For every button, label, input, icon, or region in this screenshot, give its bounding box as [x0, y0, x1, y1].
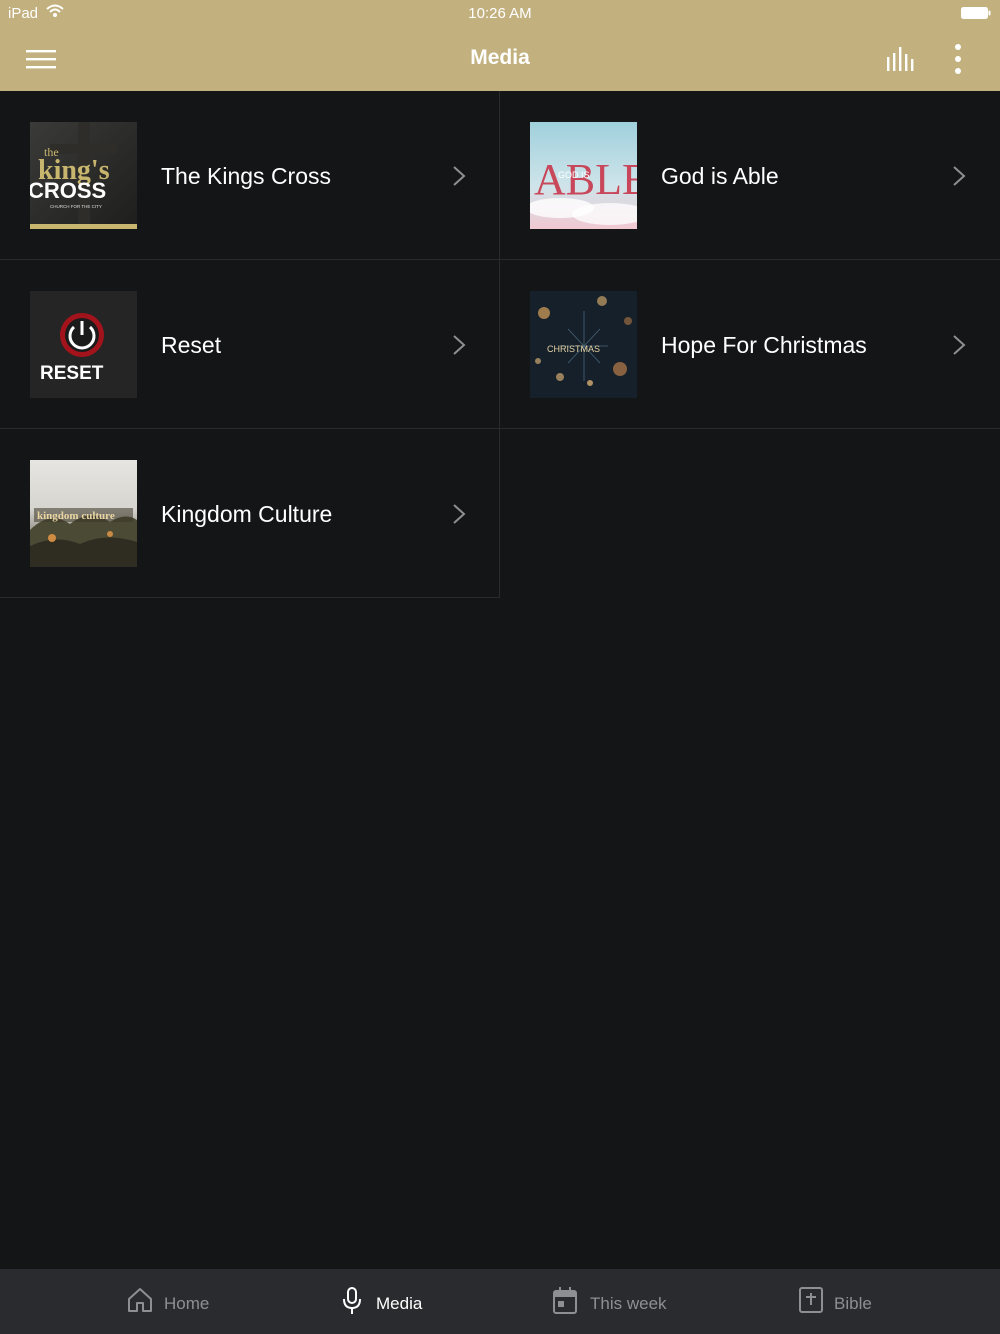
- tab-this-week[interactable]: This week: [552, 1269, 682, 1334]
- equalizer-icon[interactable]: [884, 45, 918, 73]
- bible-icon: [799, 1287, 823, 1313]
- media-series-item[interactable]: CHRISTMAS Hope For Christmas: [500, 260, 1000, 429]
- series-thumbnail: RESET: [30, 291, 137, 398]
- series-title: Reset: [161, 332, 222, 358]
- chevron-right-icon: [953, 166, 966, 186]
- series-title: The Kings Cross: [161, 163, 332, 189]
- media-series-item[interactable]: kingdom culture Kingdom Culture: [0, 429, 500, 598]
- tab-label: This week: [590, 1294, 667, 1313]
- series-thumbnail: the king's CROSS CHURCH FOR THE CITY: [30, 122, 137, 229]
- media-series-item[interactable]: the king's CROSS CHURCH FOR THE CITY The…: [0, 91, 500, 260]
- page-title: Media: [470, 46, 530, 69]
- svg-text:RESET: RESET: [40, 363, 104, 384]
- tab-media[interactable]: Media: [340, 1269, 450, 1334]
- svg-text:CHRISTMAS: CHRISTMAS: [547, 344, 600, 354]
- series-thumbnail: CHRISTMAS: [530, 291, 637, 398]
- status-time: 10:26 AM: [468, 5, 532, 22]
- chevron-right-icon: [453, 504, 466, 524]
- svg-text:CROSS: CROSS: [30, 178, 106, 203]
- series-title: Kingdom Culture: [161, 501, 333, 527]
- status-bar: iPad 10:26 AM: [0, 0, 1000, 28]
- tab-bar: Home Media This week Bible: [0, 1269, 1000, 1334]
- more-options-icon[interactable]: [948, 43, 968, 75]
- chevron-right-icon: [453, 166, 466, 186]
- media-series-item[interactable]: ABLE GOD IS God is Able: [500, 91, 1000, 260]
- svg-text:CHURCH FOR THE CITY: CHURCH FOR THE CITY: [50, 204, 102, 209]
- chevron-right-icon: [453, 335, 466, 355]
- tab-home[interactable]: Home: [126, 1269, 236, 1334]
- tab-label: Media: [376, 1294, 423, 1313]
- media-series-item[interactable]: RESET Reset: [0, 260, 500, 429]
- svg-text:GOD IS: GOD IS: [558, 170, 590, 180]
- battery-icon: [961, 7, 991, 19]
- tab-label: Home: [164, 1294, 210, 1313]
- series-title: God is Able: [661, 163, 779, 189]
- series-thumbnail: kingdom culture: [30, 460, 137, 567]
- home-icon: [128, 1288, 152, 1312]
- navigation-bar: Media: [0, 28, 1000, 91]
- series-thumbnail: ABLE GOD IS: [530, 122, 637, 229]
- svg-text:kingdom culture: kingdom culture: [37, 510, 115, 522]
- calendar-icon: [553, 1287, 577, 1314]
- tab-label: Bible: [834, 1294, 872, 1313]
- chevron-right-icon: [953, 335, 966, 355]
- tab-bible[interactable]: Bible: [798, 1269, 898, 1334]
- microphone-icon: [343, 1287, 361, 1314]
- series-title: Hope For Christmas: [661, 332, 867, 358]
